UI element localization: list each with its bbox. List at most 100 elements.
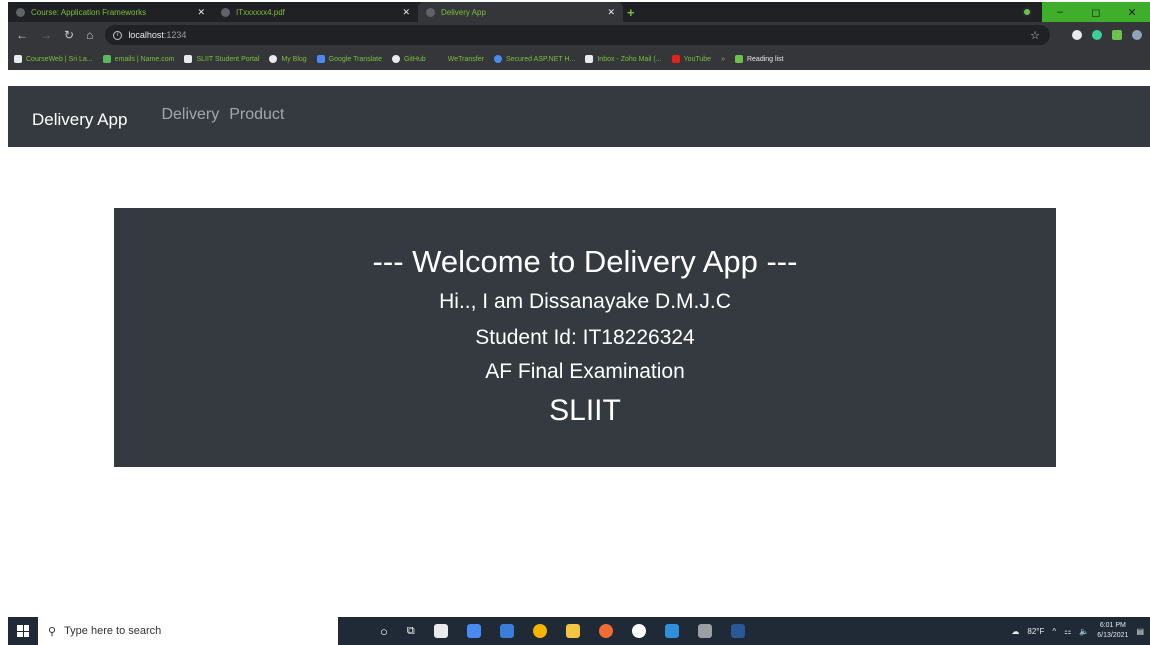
tab-close-icon[interactable]: ✕ [197,7,205,18]
bookmarks-bar: CourseWeb | Sri La... emails | Name.com … [8,48,1150,70]
file-explorer-icon[interactable] [565,624,580,638]
word-icon[interactable] [730,624,745,638]
volume-icon[interactable]: 🔈 [1079,627,1089,636]
address-host: localhost [128,30,164,40]
maximize-button[interactable]: ◻ [1078,2,1114,22]
bookmark-item[interactable]: YouTube [671,55,711,63]
student-id: Student Id: IT18226324 [475,326,695,349]
bookmark-favicon-icon [435,55,444,63]
app-icon[interactable] [499,624,514,638]
screen: Course: Application Frameworks ✕ ITxxxxx… [0,0,1150,645]
taskbar-search[interactable]: ⚲ Type here to search [38,617,338,645]
clock-time: 6:01 PM [1099,622,1126,629]
extension-icon[interactable] [1092,30,1102,40]
windows-logo-icon [17,625,29,637]
tab-title: Course: Application Frameworks [31,7,147,17]
search-placeholder: Type here to search [64,625,162,637]
reload-icon[interactable]: ↻ [64,28,74,42]
browser-tab[interactable]: Course: Application Frameworks ✕ [8,3,213,21]
github-icon [391,55,400,63]
chrome-icon[interactable] [532,624,547,638]
bookmark-star-icon[interactable]: ☆ [1030,29,1040,42]
bookmark-label: CourseWeb | Sri La... [26,55,93,63]
extension-icon[interactable] [1072,30,1082,40]
welcome-panel: --- Welcome to Delivery App --- Hi.., I … [114,208,1056,467]
bookmark-label: GitHub [403,55,426,63]
app-navbar: Delivery App Delivery Product [8,86,1150,147]
tray-chevron-icon[interactable]: ^ [1052,627,1056,636]
clock-date: 6/13/2021 [1097,632,1129,639]
back-icon[interactable]: ← [16,28,28,42]
bookmark-label: Inbox - Zoho Mail (... [597,55,662,63]
bookmark-item[interactable]: Inbox - Zoho Mail (... [585,55,662,63]
forward-icon[interactable]: → [40,28,52,42]
welcome-title: --- Welcome to Delivery App --- [372,244,798,279]
bookmark-label: My Blog [281,55,307,63]
bookmark-label: emails | Name.com [114,55,175,63]
notifications-icon[interactable]: ▤ [1136,627,1144,636]
tab-close-icon[interactable]: ✕ [607,7,615,18]
navbar-brand[interactable]: Delivery App [32,110,127,130]
close-window-button[interactable]: ✕ [1114,2,1150,22]
tab-favicon-icon [221,7,230,17]
store-icon[interactable] [433,624,448,638]
mail-icon[interactable] [466,624,481,638]
profile-icon[interactable] [1012,2,1042,22]
bookmark-favicon-icon [102,55,111,63]
clock[interactable]: 6:01 PM 6/13/2021 [1097,621,1128,641]
browser-tab-active[interactable]: Delivery App ✕ [418,2,623,22]
browser-tab[interactable]: ITxxxxxx4.pdf ✕ [213,3,418,21]
weather-icon[interactable]: ☁ [1011,627,1019,636]
vscode-icon[interactable] [664,624,679,638]
bookmark-item[interactable]: SLIIT Student Portal [184,55,259,63]
bookmark-label: » [721,55,725,63]
bookmark-favicon-icon [14,55,22,63]
site-info-icon[interactable]: i [113,30,123,40]
minimize-button[interactable]: – [1042,2,1078,22]
bookmark-item[interactable]: WeTransfer [435,55,484,63]
window-controls: – ◻ ✕ [1012,2,1150,22]
institution-name: SLIIT [549,394,621,427]
browser-toolbar: ← → ↻ ⌂ i localhost:1234 ☆ [8,22,1150,48]
exam-title: AF Final Examination [485,360,685,383]
bookmark-item[interactable]: GitHub [391,55,426,63]
app-icon[interactable] [697,624,712,638]
tab-title: ITxxxxxx4.pdf [236,7,285,17]
windows-taskbar: ⚲ Type here to search ○ ⧉ ☁ 82°F ^ ⚏ 🔈 6… [8,617,1150,645]
bookmark-item[interactable]: CourseWeb | Sri La... [14,55,93,63]
bookmark-label: Secured ASP.NET H... [505,55,576,63]
network-icon[interactable]: ⚏ [1064,627,1071,636]
bookmark-favicon-icon [316,55,325,63]
bookmark-favicon-icon [493,55,502,63]
nav-link-product[interactable]: Product [229,106,284,124]
bookmark-item[interactable]: My Blog [269,55,307,63]
bookmarks-overflow-button[interactable]: » [721,56,725,63]
nav-link-delivery[interactable]: Delivery [161,106,219,124]
search-icon: ⚲ [48,625,57,638]
system-tray: ☁ 82°F ^ ⚏ 🔈 6:01 PM 6/13/2021 ▤ [1011,621,1150,641]
bookmark-label: Reading list [746,55,784,63]
new-tab-icon[interactable]: + [627,5,635,20]
bookmark-label: WeTransfer [447,55,484,63]
tab-favicon-icon [16,7,25,17]
task-view-icon[interactable]: ⧉ [407,625,415,638]
home-icon[interactable]: ⌂ [86,28,93,42]
tab-close-icon[interactable]: ✕ [402,7,410,18]
bookmark-item[interactable]: Google Translate [316,55,382,63]
reading-list-button[interactable]: Reading list [734,55,784,63]
browser-tab-strip: Course: Application Frameworks ✕ ITxxxxx… [8,2,1150,22]
extensions-puzzle-icon[interactable] [1112,30,1122,40]
app-icon[interactable] [631,624,646,638]
tab-title: Delivery App [441,7,486,17]
address-bar[interactable]: i localhost:1234 ☆ [105,25,1050,45]
reading-list-icon [734,55,743,63]
bookmark-item[interactable]: Secured ASP.NET H... [493,55,576,63]
avatar[interactable] [1132,30,1142,40]
bookmark-favicon-icon [184,55,193,63]
bookmark-item[interactable]: emails | Name.com [102,55,175,63]
postman-icon[interactable] [598,624,613,638]
bookmark-label: Google Translate [328,55,382,63]
cortana-icon[interactable]: ○ [380,624,388,639]
weather-temp[interactable]: 82°F [1027,627,1044,636]
start-button[interactable] [8,625,38,637]
